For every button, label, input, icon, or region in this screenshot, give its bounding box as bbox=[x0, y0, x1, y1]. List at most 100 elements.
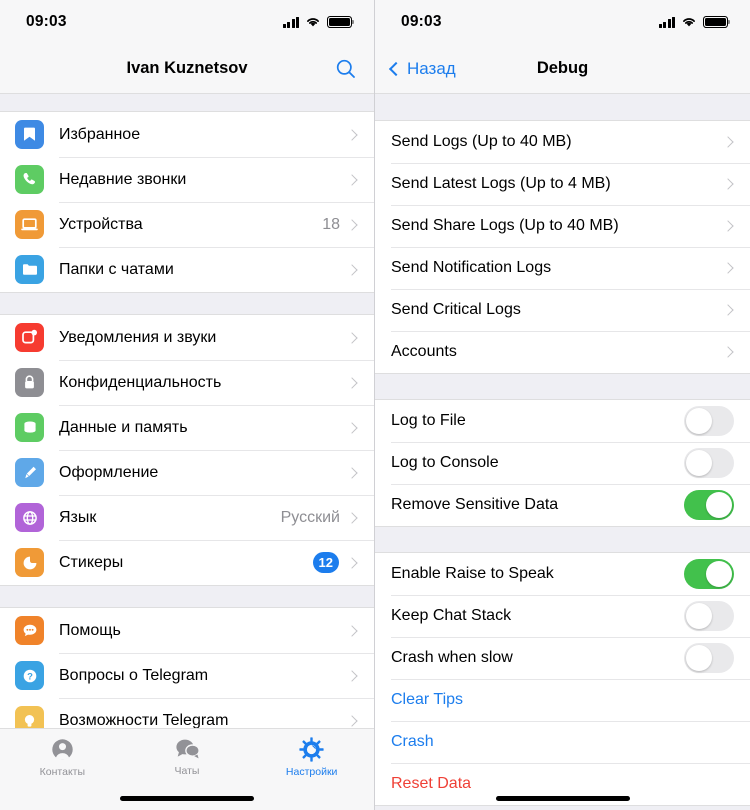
enable-raise-to-speak-toggle[interactable] bbox=[684, 559, 734, 589]
crash-when-slow-toggle[interactable] bbox=[684, 643, 734, 673]
debug-row-crash-when-slow[interactable]: Crash when slow bbox=[375, 637, 750, 679]
debug-row-crash[interactable]: Crash bbox=[375, 721, 750, 763]
sidebar-item-stickers[interactable]: Стикеры 12 bbox=[0, 540, 374, 585]
row-label: Remove Sensitive Data bbox=[391, 496, 559, 513]
row-label: Данные и память bbox=[59, 418, 188, 436]
row-label: Crash when slow bbox=[391, 649, 513, 666]
debug-row-keep-chat-stack[interactable]: Keep Chat Stack bbox=[375, 595, 750, 637]
debug-row-send-share-logs[interactable]: Send Share Logs (Up to 40 MB) bbox=[375, 205, 750, 247]
sidebar-item-recent-calls[interactable]: Недавние звонки bbox=[0, 157, 374, 202]
debug-toggles-group-2: Enable Raise to Speak Keep Chat Stack Cr… bbox=[375, 552, 750, 806]
row-label: Keep Chat Stack bbox=[391, 607, 512, 624]
log-to-console-toggle[interactable] bbox=[684, 448, 734, 478]
row-label: Log to Console bbox=[391, 454, 499, 471]
row-label: Reset Data bbox=[391, 775, 472, 792]
row-label: Оформление bbox=[59, 463, 159, 481]
chevron-right-icon bbox=[346, 466, 358, 479]
right-status-bar: 09:03 bbox=[375, 0, 750, 44]
status-time: 09:03 bbox=[26, 13, 67, 30]
debug-row-enable-raise-to-speak[interactable]: Enable Raise to Speak bbox=[375, 553, 750, 595]
chevron-right-icon bbox=[346, 624, 358, 637]
row-label: Log to File bbox=[391, 412, 466, 429]
section-gap bbox=[375, 94, 750, 120]
debug-row-log-to-file[interactable]: Log to File bbox=[375, 400, 750, 442]
tab-settings[interactable]: Настройки bbox=[249, 736, 374, 778]
sidebar-item-help[interactable]: Помощь bbox=[0, 608, 374, 653]
sidebar-item-language[interactable]: Язык Русский bbox=[0, 495, 374, 540]
section-gap bbox=[0, 94, 374, 111]
debug-row-remove-sensitive-data[interactable]: Remove Sensitive Data bbox=[375, 484, 750, 526]
chevron-right-icon bbox=[722, 304, 734, 316]
chevron-right-icon bbox=[346, 669, 358, 682]
row-label: Enable Raise to Speak bbox=[391, 565, 554, 582]
cellular-signal-icon bbox=[282, 16, 299, 28]
battery-full-icon bbox=[703, 16, 731, 28]
left-phone-panel: 09:03 Ivan Kuznetsov Избранное Недавние … bbox=[0, 0, 375, 810]
debug-row-accounts[interactable]: Accounts bbox=[375, 331, 750, 373]
left-settings-list: Избранное Недавние звонки Устройства 18 … bbox=[0, 94, 374, 744]
remove-sensitive-data-toggle[interactable] bbox=[684, 490, 734, 520]
row-label: Send Critical Logs bbox=[391, 301, 521, 318]
notifications-icon bbox=[15, 323, 44, 352]
chevron-right-icon bbox=[722, 346, 734, 358]
tab-bar: Контакты Чаты Настройки bbox=[0, 728, 374, 810]
debug-row-clear-tips[interactable]: Clear Tips bbox=[375, 679, 750, 721]
settings-gear-icon bbox=[299, 737, 324, 762]
question-icon: ? bbox=[15, 661, 44, 690]
chevron-right-icon bbox=[722, 262, 734, 274]
chevron-right-icon bbox=[722, 136, 734, 148]
svg-text:?: ? bbox=[27, 671, 33, 682]
folder-icon bbox=[15, 255, 44, 284]
status-indicators bbox=[658, 16, 731, 28]
sticker-icon bbox=[15, 548, 44, 577]
debug-row-send-logs[interactable]: Send Logs (Up to 40 MB) bbox=[375, 121, 750, 163]
row-label: Возможности Telegram bbox=[59, 711, 229, 729]
section-gap bbox=[0, 293, 374, 314]
paintbrush-icon bbox=[15, 458, 44, 487]
chevron-right-icon bbox=[346, 263, 358, 276]
settings-group-3: Помощь ? Вопросы о Telegram Возможности … bbox=[0, 607, 374, 744]
debug-settings-list: Send Logs (Up to 40 MB) Send Latest Logs… bbox=[375, 94, 750, 806]
row-label: Язык bbox=[59, 508, 97, 526]
sidebar-item-chat-folders[interactable]: Папки с чатами bbox=[0, 247, 374, 292]
back-button[interactable]: Назад bbox=[388, 58, 456, 79]
tab-contacts[interactable]: Контакты bbox=[0, 736, 125, 778]
tab-label: Настройки bbox=[285, 766, 338, 778]
bookmark-icon bbox=[15, 120, 44, 149]
row-label: Конфиденциальность bbox=[59, 373, 222, 391]
sidebar-item-notifications[interactable]: Уведомления и звуки bbox=[0, 315, 374, 360]
row-label: Send Notification Logs bbox=[391, 259, 552, 276]
sidebar-item-saved[interactable]: Избранное bbox=[0, 112, 374, 157]
page-title: Ivan Kuznetsov bbox=[126, 59, 248, 77]
database-icon bbox=[15, 413, 44, 442]
settings-group-2: Уведомления и звуки Конфиденциальность Д… bbox=[0, 314, 374, 586]
status-time: 09:03 bbox=[401, 13, 442, 30]
section-gap bbox=[0, 586, 374, 607]
chevron-right-icon bbox=[346, 173, 358, 186]
stickers-badge: 12 bbox=[312, 552, 339, 573]
sidebar-item-privacy[interactable]: Конфиденциальность bbox=[0, 360, 374, 405]
back-label: Назад bbox=[407, 58, 456, 78]
debug-toggles-group-1: Log to File Log to Console Remove Sensit… bbox=[375, 399, 750, 527]
home-indicator bbox=[120, 796, 254, 801]
row-label: Уведомления и звуки bbox=[59, 328, 217, 346]
debug-row-send-critical-logs[interactable]: Send Critical Logs bbox=[375, 289, 750, 331]
debug-row-log-to-console[interactable]: Log to Console bbox=[375, 442, 750, 484]
row-label: Crash bbox=[391, 733, 434, 750]
sidebar-item-telegram-faq[interactable]: ? Вопросы о Telegram bbox=[0, 653, 374, 698]
row-label: Send Latest Logs (Up to 4 MB) bbox=[391, 175, 611, 192]
search-icon[interactable] bbox=[334, 57, 358, 81]
debug-row-send-latest-logs[interactable]: Send Latest Logs (Up to 4 MB) bbox=[375, 163, 750, 205]
devices-count: 18 bbox=[322, 215, 340, 233]
chevron-left-icon bbox=[388, 61, 404, 76]
left-nav-bar: Ivan Kuznetsov bbox=[0, 44, 374, 94]
keep-chat-stack-toggle[interactable] bbox=[684, 601, 734, 631]
battery-full-icon bbox=[327, 16, 355, 28]
tab-chats[interactable]: Чаты bbox=[125, 736, 250, 777]
debug-row-send-notification-logs[interactable]: Send Notification Logs bbox=[375, 247, 750, 289]
sidebar-item-data-storage[interactable]: Данные и память bbox=[0, 405, 374, 450]
sidebar-item-appearance[interactable]: Оформление bbox=[0, 450, 374, 495]
log-to-file-toggle[interactable] bbox=[684, 406, 734, 436]
row-label: Устройства bbox=[59, 215, 143, 233]
sidebar-item-devices[interactable]: Устройства 18 bbox=[0, 202, 374, 247]
